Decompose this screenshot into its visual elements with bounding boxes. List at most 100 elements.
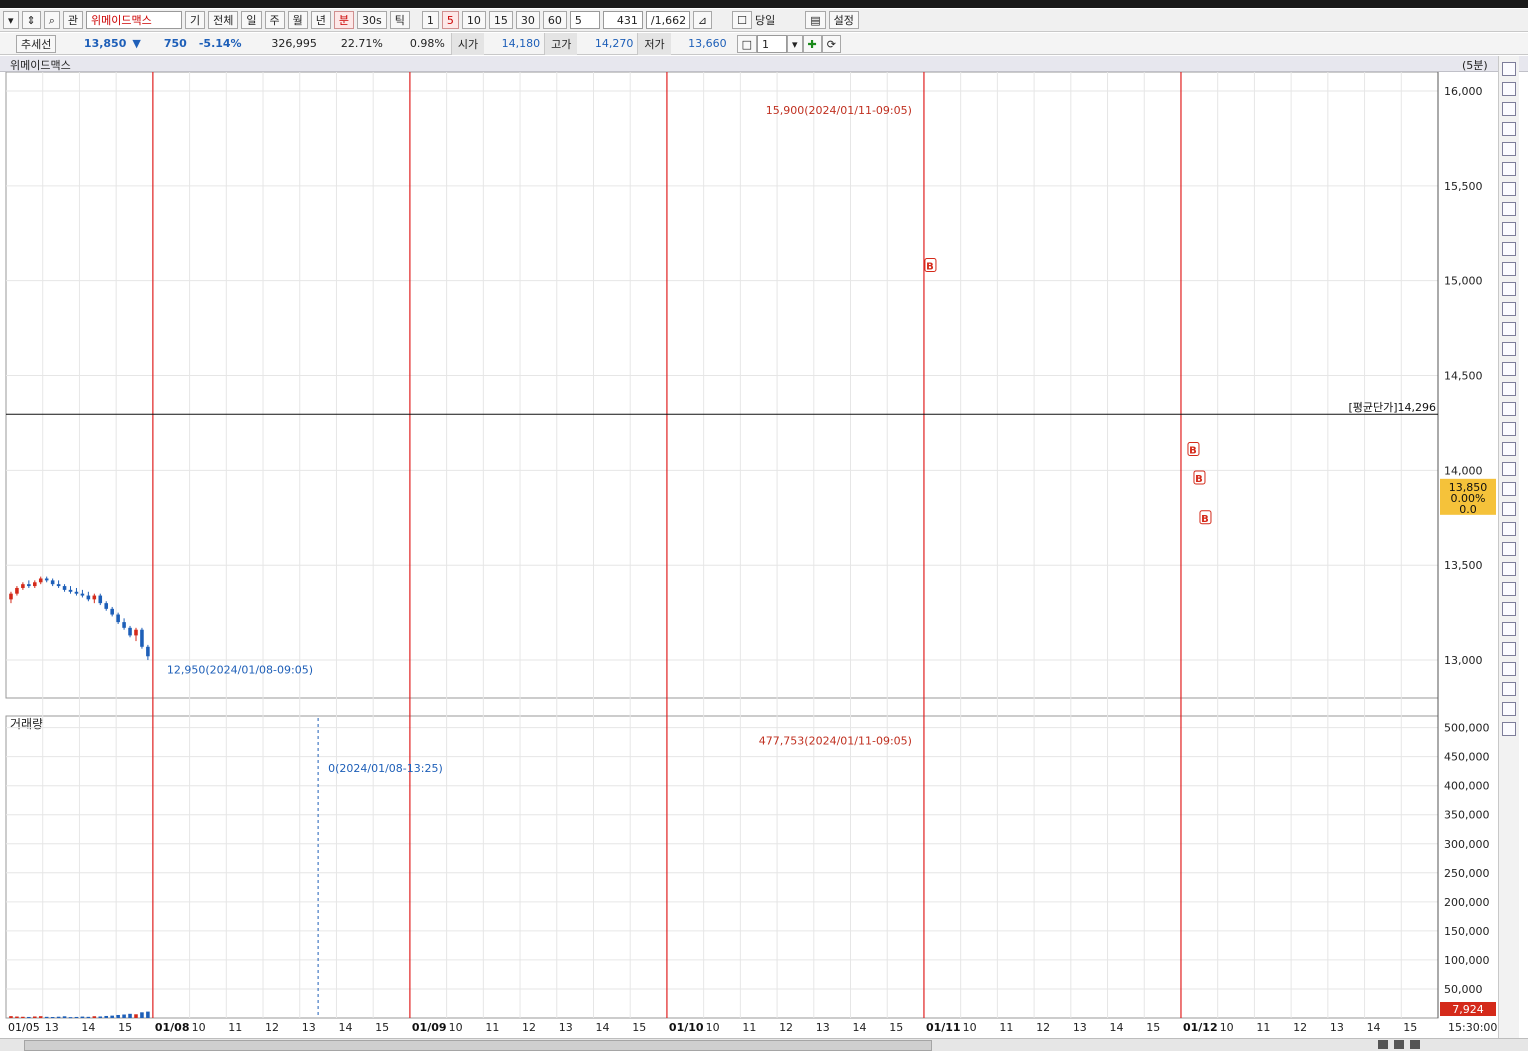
volume-bar: [134, 1014, 138, 1018]
interval-spin-field[interactable]: 5: [569, 11, 600, 29]
x-tick-label: 13: [816, 1021, 830, 1034]
add-icon[interactable]: ✚: [802, 34, 822, 53]
stock-name-field[interactable]: 위메이드맥스: [86, 11, 183, 29]
period-button-5[interactable]: 년: [310, 11, 331, 29]
interval-button-1[interactable]: 5: [441, 11, 459, 29]
scroll-stop-icon[interactable]: [1394, 1040, 1404, 1049]
candle-body: [116, 614, 120, 623]
down-arrow-icon: ▼: [132, 37, 141, 50]
draw-tool-icon-16[interactable]: [1502, 362, 1516, 376]
turnover-value: 22.71%: [340, 37, 383, 50]
stock-dropdown-button[interactable]: ▾: [3, 11, 19, 29]
x-tick-label: 13: [1330, 1021, 1344, 1034]
stock-chart[interactable]: 거래량 13,000 13,500 14,000 14,500 15,000 15,500 1…: [0, 72, 1498, 1038]
draw-tool-icon-22[interactable]: [1502, 482, 1516, 496]
draw-tool-icon-31[interactable]: [1502, 662, 1516, 676]
draw-tool-icon-8[interactable]: [1502, 202, 1516, 216]
draw-tool-icon-2[interactable]: [1502, 82, 1516, 96]
magnifier-icon[interactable]: ⌕: [43, 11, 60, 29]
line-width-field[interactable]: 1: [757, 34, 787, 53]
volume-bar: [98, 1016, 103, 1018]
x-tick-label: 11: [999, 1021, 1013, 1034]
draw-tool-icon-7[interactable]: [1502, 182, 1516, 196]
draw-tool-icon-18[interactable]: [1502, 402, 1516, 416]
draw-tool-icon-26[interactable]: [1502, 562, 1516, 576]
trendline-button[interactable]: 추세선: [16, 34, 57, 53]
draw-tool-icon-23[interactable]: [1502, 502, 1516, 516]
draw-tool-icon-19[interactable]: [1502, 422, 1516, 436]
draw-tool-icon-1[interactable]: [1502, 62, 1516, 76]
x-tick-label: 15: [1403, 1021, 1417, 1034]
draw-tool-icon-29[interactable]: [1502, 622, 1516, 636]
period-button-8[interactable]: 틱: [389, 11, 410, 29]
period-button-3[interactable]: 주: [264, 11, 285, 29]
interest-button[interactable]: 관: [62, 11, 84, 29]
candle-body: [56, 584, 61, 587]
draw-tool-icon-24[interactable]: [1502, 522, 1516, 536]
volume-bar: [15, 1016, 19, 1018]
draw-tool-icon-34[interactable]: [1502, 722, 1516, 736]
x-tick-label: 12: [265, 1021, 279, 1034]
draw-tool-icon-20[interactable]: [1502, 442, 1516, 456]
settings-button[interactable]: 설정: [828, 11, 859, 29]
draw-tool-icon-3[interactable]: [1502, 102, 1516, 116]
draw-tool-icon-27[interactable]: [1502, 582, 1516, 596]
draw-tool-icon-14[interactable]: [1502, 322, 1516, 336]
stock-spin-button[interactable]: ⇕: [21, 11, 41, 29]
buy-marker-label: B: [1195, 474, 1203, 485]
scroll-thumb[interactable]: [24, 1040, 932, 1051]
draw-tool-icon-30[interactable]: [1502, 642, 1516, 656]
today-checkbox[interactable]: ☐: [732, 11, 752, 29]
line-width-dropdown[interactable]: ▾: [787, 34, 803, 53]
period-button-4[interactable]: 월: [287, 11, 308, 29]
draw-tool-icon-13[interactable]: [1502, 302, 1516, 316]
price-high-annotation: 15,900(2024/01/11-09:05): [766, 104, 912, 117]
candle-body: [68, 589, 73, 592]
x-tick-label: 12: [1036, 1021, 1050, 1034]
scroll-prev-icon[interactable]: [1378, 1040, 1388, 1049]
candle-body: [38, 578, 43, 583]
x-tick-label: 10: [449, 1021, 463, 1034]
x-day-label: 01/12: [1183, 1021, 1218, 1034]
scroll-next-icon[interactable]: [1410, 1040, 1420, 1049]
draw-tool-icon-6[interactable]: [1502, 162, 1516, 176]
draw-tool-icon-9[interactable]: [1502, 222, 1516, 236]
x-tick-label: 14: [1367, 1021, 1381, 1034]
chart-type-icon[interactable]: ⊿: [692, 11, 713, 29]
chart-scrollbar[interactable]: [0, 1038, 1528, 1051]
candle-body: [140, 629, 144, 647]
draw-tool-icon-25[interactable]: [1502, 542, 1516, 556]
draw-tool-icon-17[interactable]: [1502, 382, 1516, 396]
line-color-box[interactable]: □: [736, 34, 757, 53]
draw-tool-icon-5[interactable]: [1502, 142, 1516, 156]
draw-tool-icon-4[interactable]: [1502, 122, 1516, 136]
draw-tool-icon-10[interactable]: [1502, 242, 1516, 256]
draw-tool-icon-15[interactable]: [1502, 342, 1516, 356]
count-current-field[interactable]: 431: [602, 11, 643, 29]
high-value: 14,270: [594, 37, 634, 50]
period-button-7[interactable]: 30s: [357, 11, 387, 29]
period-button-2[interactable]: 일: [241, 11, 262, 29]
interval-button-4[interactable]: 30: [515, 11, 540, 29]
volume-tick-label: 400,000: [1444, 780, 1490, 793]
price-tick-label: 16,000: [1444, 85, 1483, 98]
candle-body: [92, 595, 97, 600]
interval-button-3[interactable]: 15: [488, 11, 513, 29]
save-icon[interactable]: ▤: [805, 11, 826, 29]
draw-tool-icon-28[interactable]: [1502, 602, 1516, 616]
draw-tool-icon-33[interactable]: [1502, 702, 1516, 716]
volume-high-annotation: 477,753(2024/01/11-09:05): [759, 735, 912, 748]
period-button-0[interactable]: 기: [185, 11, 206, 29]
candle-body: [128, 627, 132, 636]
period-button-6[interactable]: 분: [333, 11, 355, 29]
interval-button-2[interactable]: 10: [461, 11, 486, 29]
volume-bar: [21, 1016, 25, 1018]
interval-button-5[interactable]: 60: [542, 11, 567, 29]
interval-button-0[interactable]: 1: [421, 11, 439, 29]
draw-tool-icon-11[interactable]: [1502, 262, 1516, 276]
draw-tool-icon-32[interactable]: [1502, 682, 1516, 696]
refresh-icon[interactable]: ⟳: [821, 34, 841, 53]
draw-tool-icon-21[interactable]: [1502, 462, 1516, 476]
draw-tool-icon-12[interactable]: [1502, 282, 1516, 296]
period-button-1[interactable]: 전체: [208, 11, 239, 29]
